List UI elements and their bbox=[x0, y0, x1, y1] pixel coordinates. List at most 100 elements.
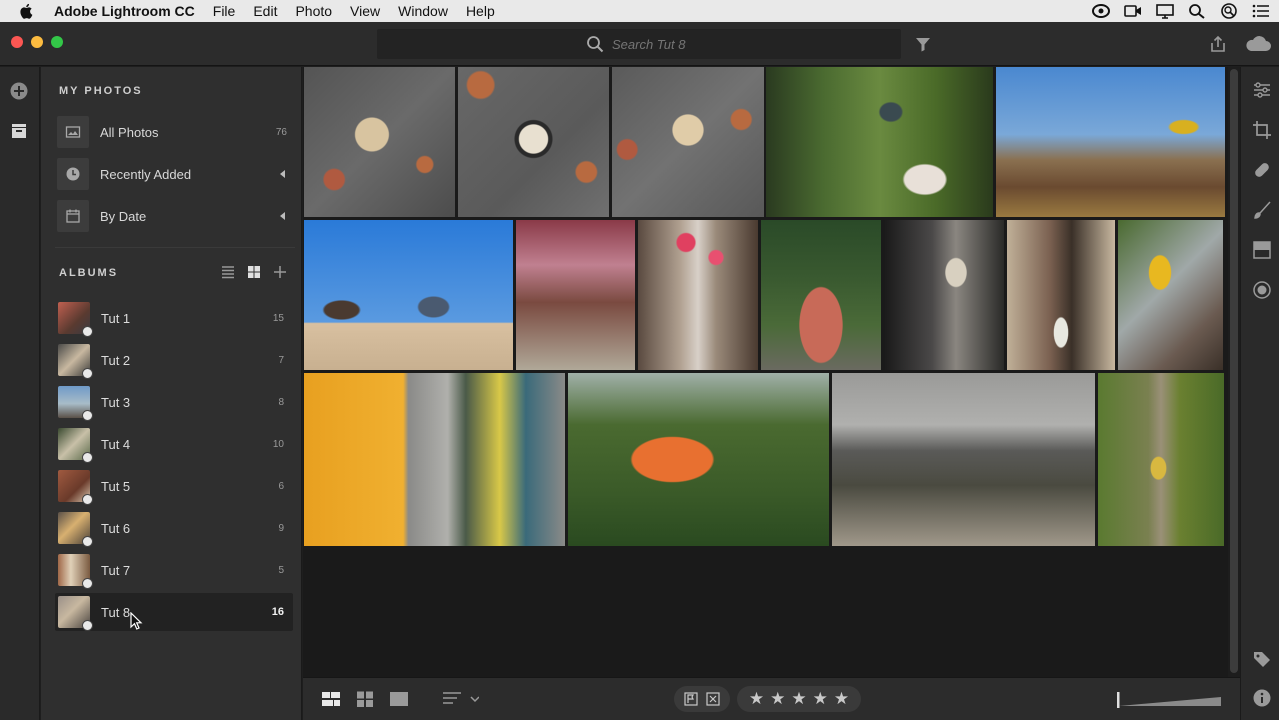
photo-thumbnail[interactable] bbox=[884, 220, 1004, 370]
album-count: 10 bbox=[272, 438, 284, 450]
square-grid-view-icon[interactable] bbox=[355, 690, 375, 708]
add-photos-icon[interactable] bbox=[9, 81, 29, 101]
photo-thumbnail[interactable] bbox=[304, 220, 513, 370]
album-item-tut-7[interactable]: Tut 7 5 bbox=[55, 551, 293, 589]
recently-added-label: Recently Added bbox=[100, 166, 192, 182]
scrollbar-thumb[interactable] bbox=[1230, 69, 1238, 673]
spotlight-icon[interactable] bbox=[1187, 3, 1207, 19]
photo-thumbnail[interactable] bbox=[832, 373, 1095, 546]
keywords-tag-icon[interactable] bbox=[1252, 649, 1272, 669]
photo-thumbnail[interactable] bbox=[638, 220, 758, 370]
album-thumbnail bbox=[58, 344, 93, 379]
edit-sliders-icon[interactable] bbox=[1252, 80, 1272, 100]
album-item-tut-4[interactable]: Tut 4 10 bbox=[55, 425, 293, 463]
add-album-icon[interactable] bbox=[273, 265, 287, 279]
all-photos-item[interactable]: All Photos 76 bbox=[57, 114, 293, 150]
albums-heading: ALBUMS bbox=[59, 267, 119, 279]
photo-thumbnail[interactable] bbox=[304, 373, 565, 546]
brush-icon[interactable] bbox=[1252, 200, 1272, 220]
menu-window[interactable]: Window bbox=[398, 3, 448, 19]
menu-edit[interactable]: Edit bbox=[253, 3, 277, 19]
list-view-icon[interactable] bbox=[221, 265, 235, 279]
clock-icon bbox=[57, 158, 89, 190]
menu-view[interactable]: View bbox=[350, 3, 380, 19]
crop-icon[interactable] bbox=[1252, 120, 1272, 140]
status-tray bbox=[1091, 0, 1271, 22]
share-icon[interactable] bbox=[1208, 34, 1228, 54]
album-count: 8 bbox=[278, 396, 284, 408]
star-5-icon[interactable]: ★ bbox=[834, 689, 849, 709]
minimize-window-button[interactable] bbox=[31, 36, 43, 48]
bottom-toolbar: ★ ★ ★ ★ ★ bbox=[303, 677, 1240, 720]
menu-file[interactable]: File bbox=[213, 3, 236, 19]
sort-icon[interactable] bbox=[441, 690, 479, 708]
menu-photo[interactable]: Photo bbox=[295, 3, 332, 19]
album-thumbnail bbox=[58, 554, 93, 589]
info-icon[interactable] bbox=[1252, 688, 1272, 708]
by-date-item[interactable]: By Date bbox=[57, 198, 293, 234]
title-bar bbox=[0, 22, 1279, 66]
app-window: Adobe Lightroom CC File Edit Photo View … bbox=[0, 0, 1279, 720]
zoom-window-button[interactable] bbox=[51, 36, 63, 48]
photo-thumbnail[interactable] bbox=[766, 67, 993, 217]
photo-thumbnail[interactable] bbox=[996, 67, 1225, 217]
star-1-icon[interactable]: ★ bbox=[749, 689, 764, 709]
recently-added-expand-icon[interactable] bbox=[280, 170, 285, 178]
album-label: Tut 1 bbox=[101, 310, 131, 326]
filter-icon[interactable] bbox=[913, 34, 933, 54]
photo-thumbnail[interactable] bbox=[1098, 373, 1224, 546]
grid-scrollbar[interactable] bbox=[1228, 67, 1240, 677]
synced-check-icon bbox=[82, 410, 93, 421]
calendar-icon bbox=[57, 200, 89, 232]
left-tool-rail bbox=[0, 67, 40, 720]
apple-icon[interactable] bbox=[18, 3, 36, 19]
menu-help[interactable]: Help bbox=[466, 3, 495, 19]
detail-view-icon[interactable] bbox=[389, 690, 409, 708]
search-bar[interactable] bbox=[377, 29, 901, 59]
thumbnail-size-slider[interactable] bbox=[1117, 690, 1225, 710]
library-sidebar: MY PHOTOS All Photos 76 Recently Added B… bbox=[41, 67, 302, 720]
creative-cloud-icon[interactable] bbox=[1091, 3, 1111, 19]
album-item-tut-6[interactable]: Tut 6 9 bbox=[55, 509, 293, 547]
notification-center-icon[interactable] bbox=[1251, 3, 1271, 19]
synced-check-icon bbox=[82, 620, 93, 631]
album-item-tut-8[interactable]: Tut 8 16 bbox=[55, 593, 293, 631]
recently-added-item[interactable]: Recently Added bbox=[57, 156, 293, 192]
album-item-tut-3[interactable]: Tut 3 8 bbox=[55, 383, 293, 421]
photo-grid-view-icon[interactable] bbox=[321, 690, 341, 708]
album-item-tut-2[interactable]: Tut 2 7 bbox=[55, 341, 293, 379]
search-input[interactable] bbox=[612, 36, 692, 52]
album-thumbnail bbox=[58, 386, 93, 421]
siri-icon[interactable] bbox=[1219, 3, 1239, 19]
healing-brush-icon[interactable] bbox=[1252, 160, 1272, 180]
flag-filter-group bbox=[674, 686, 730, 712]
reject-flag-icon[interactable] bbox=[706, 692, 720, 706]
pick-flag-icon[interactable] bbox=[684, 692, 698, 706]
facetime-icon[interactable] bbox=[1123, 3, 1143, 19]
photo-thumbnail[interactable] bbox=[304, 67, 455, 217]
radial-gradient-icon[interactable] bbox=[1252, 280, 1272, 300]
photo-thumbnail[interactable] bbox=[1118, 220, 1223, 370]
photo-thumbnail[interactable] bbox=[761, 220, 881, 370]
album-item-tut-5[interactable]: Tut 5 6 bbox=[55, 467, 293, 505]
photo-thumbnail[interactable] bbox=[516, 220, 635, 370]
album-label: Tut 6 bbox=[101, 520, 131, 536]
grid-view-icon[interactable] bbox=[247, 265, 261, 279]
cloud-sync-icon[interactable] bbox=[1244, 34, 1272, 54]
app-name[interactable]: Adobe Lightroom CC bbox=[54, 3, 195, 19]
album-item-tut-1[interactable]: Tut 1 15 bbox=[55, 299, 293, 337]
photo-thumbnail[interactable] bbox=[1007, 220, 1115, 370]
star-3-icon[interactable]: ★ bbox=[791, 689, 806, 709]
star-4-icon[interactable]: ★ bbox=[813, 689, 828, 709]
display-icon[interactable] bbox=[1155, 3, 1175, 19]
photo-thumbnail[interactable] bbox=[458, 67, 609, 217]
album-thumbnail bbox=[58, 512, 93, 547]
by-date-expand-icon[interactable] bbox=[280, 212, 285, 220]
close-window-button[interactable] bbox=[11, 36, 23, 48]
linear-gradient-icon[interactable] bbox=[1252, 240, 1272, 260]
photo-thumbnail[interactable] bbox=[612, 67, 764, 217]
photo-thumbnail[interactable] bbox=[568, 373, 829, 546]
star-2-icon[interactable]: ★ bbox=[770, 689, 785, 709]
album-label: Tut 8 bbox=[101, 604, 131, 620]
library-icon[interactable] bbox=[9, 121, 29, 141]
